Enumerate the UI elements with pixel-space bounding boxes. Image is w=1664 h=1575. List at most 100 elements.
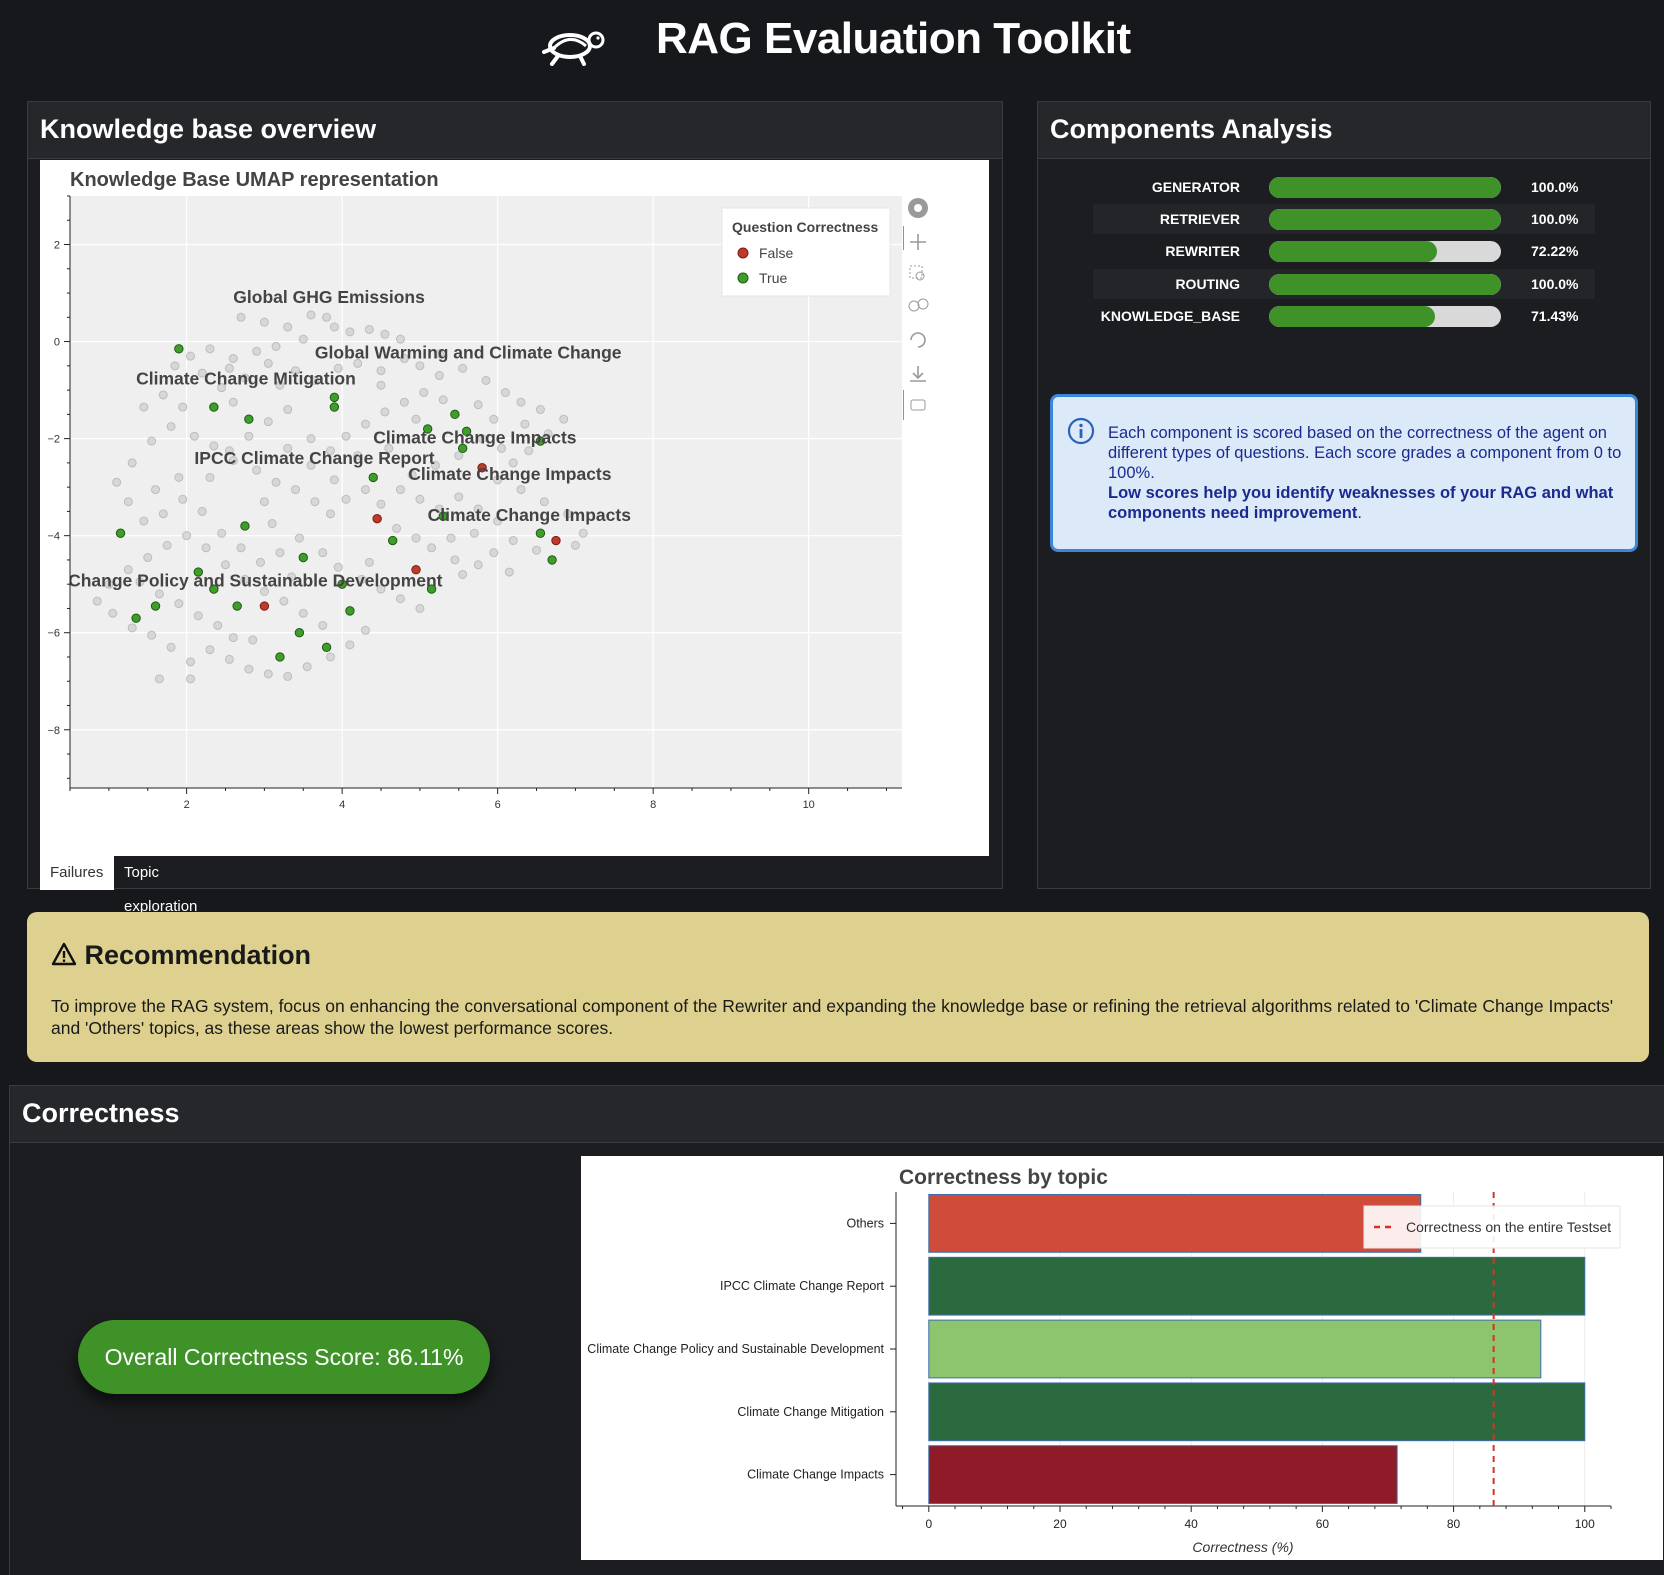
- point-unlabeled: [158, 509, 168, 519]
- progress-fill: [1269, 241, 1437, 262]
- panel-header: Components Analysis: [1038, 102, 1650, 159]
- point-unlabeled: [201, 543, 211, 553]
- pan-icon[interactable]: [903, 226, 926, 250]
- point-unlabeled: [174, 472, 184, 482]
- box-zoom-icon[interactable]: [909, 265, 925, 281]
- point-unlabeled: [360, 625, 370, 635]
- point-unlabeled: [329, 322, 339, 332]
- y-tick-label: Climate Change Policy and Sustainable De…: [587, 1342, 884, 1356]
- panel-header: Knowledge base overview: [28, 102, 1002, 159]
- point-unlabeled: [271, 341, 281, 351]
- point-unlabeled: [193, 611, 203, 621]
- component-name: RETRIEVER: [1159, 211, 1240, 227]
- chart-title: Knowledge Base UMAP representation: [70, 169, 439, 191]
- point-unlabeled: [360, 485, 370, 495]
- point-unlabeled: [217, 528, 227, 538]
- info-description: Each component is scored based on the co…: [1108, 424, 1622, 482]
- point-unlabeled: [186, 657, 196, 667]
- point-unlabeled: [213, 620, 223, 630]
- reset-icon[interactable]: [910, 332, 926, 348]
- component-row-routing: ROUTING 100.0%: [1093, 269, 1595, 299]
- point-unlabeled: [298, 608, 308, 618]
- point-unlabeled: [205, 472, 215, 482]
- point-unlabeled: [570, 540, 580, 550]
- x-tick-label: 6: [495, 799, 501, 811]
- umap-chart-svg[interactable]: Global GHG Emissions Global Warming and C…: [40, 160, 989, 856]
- tab-failures[interactable]: Failures: [40, 856, 114, 890]
- topic-label: Climate Change Policy and Sustainable De…: [40, 571, 443, 591]
- point-unlabeled: [267, 519, 277, 529]
- point-correct: [174, 344, 184, 354]
- point-unlabeled: [294, 533, 304, 543]
- component-progress-bar: [1269, 274, 1501, 295]
- component-score: 71.43%: [1531, 308, 1579, 324]
- point-unlabeled: [450, 555, 460, 565]
- point-unlabeled: [318, 620, 328, 630]
- topic-label: Global Warming and Climate Change: [315, 343, 622, 363]
- point-unlabeled: [205, 645, 215, 655]
- point-unlabeled: [162, 540, 172, 550]
- point-unlabeled: [415, 494, 425, 504]
- point-unlabeled: [186, 351, 196, 361]
- x-tick-label: 100: [1575, 1517, 1595, 1531]
- bar: [928, 1382, 1586, 1442]
- point-unlabeled: [147, 436, 157, 446]
- x-tick-label: 60: [1316, 1517, 1330, 1531]
- y-tick-label: −4: [47, 531, 60, 543]
- legend-label-true: True: [759, 270, 787, 286]
- correctness-bar-chart: Correctness by topic Others IPCC Climate …: [581, 1156, 1663, 1560]
- point-correct: [450, 409, 460, 420]
- progress-fill: [1269, 177, 1501, 198]
- topic-label: Climate Change Impacts: [428, 505, 632, 525]
- point-unlabeled: [341, 494, 351, 504]
- y-tick-label: −6: [47, 628, 60, 640]
- point-unlabeled: [244, 431, 254, 441]
- bokeh-logo-icon[interactable]: [908, 198, 928, 218]
- component-score: 100.0%: [1531, 276, 1579, 292]
- hover-icon[interactable]: [903, 390, 926, 420]
- point-unlabeled: [473, 560, 483, 570]
- component-score: 72.22%: [1531, 243, 1579, 259]
- point-unlabeled: [325, 509, 335, 519]
- point-unlabeled: [481, 375, 491, 385]
- bar: [928, 1445, 1398, 1504]
- point-unlabeled: [228, 354, 238, 364]
- point-unlabeled: [259, 317, 269, 327]
- point-unlabeled: [174, 599, 184, 609]
- point-unlabeled: [376, 366, 386, 376]
- point-unlabeled: [186, 674, 196, 684]
- point-unlabeled: [302, 662, 312, 672]
- point-unlabeled: [112, 477, 122, 487]
- point-unlabeled: [151, 485, 161, 495]
- point-unlabeled: [197, 506, 207, 516]
- point-unlabeled: [275, 548, 285, 558]
- x-tick-label: 80: [1447, 1517, 1461, 1531]
- point-correct: [240, 521, 250, 531]
- point-unlabeled: [380, 329, 390, 339]
- point-correct: [329, 402, 340, 412]
- point-unlabeled: [395, 485, 405, 495]
- point-unlabeled: [263, 669, 273, 679]
- umap-plot[interactable]: Global GHG Emissions Global Warming and C…: [40, 160, 989, 856]
- component-name: GENERATOR: [1151, 179, 1240, 195]
- component-score: 100.0%: [1531, 211, 1579, 227]
- component-name: ROUTING: [1175, 276, 1240, 292]
- point-unlabeled: [399, 397, 409, 407]
- bar: [928, 1194, 1422, 1253]
- tab-topic-exploration[interactable]: Topic exploration: [114, 856, 207, 915]
- point-unlabeled: [123, 497, 133, 507]
- wheel-zoom-icon[interactable]: [908, 298, 929, 312]
- chart-title: Correctness by topic: [899, 1166, 1108, 1189]
- point-unlabeled: [411, 533, 421, 543]
- save-icon[interactable]: [910, 366, 926, 382]
- point-unlabeled: [248, 635, 258, 645]
- x-tick-label: 20: [1053, 1517, 1067, 1531]
- legend-label: Correctness on the entire Testset: [1406, 1219, 1611, 1235]
- point-unlabeled: [364, 324, 374, 334]
- point-unlabeled: [283, 671, 293, 681]
- point-correct: [298, 552, 308, 563]
- x-tick-label: 2: [184, 799, 190, 811]
- point-unlabeled: [127, 623, 137, 633]
- legend-label-false: False: [759, 245, 793, 261]
- point-unlabeled: [259, 497, 269, 507]
